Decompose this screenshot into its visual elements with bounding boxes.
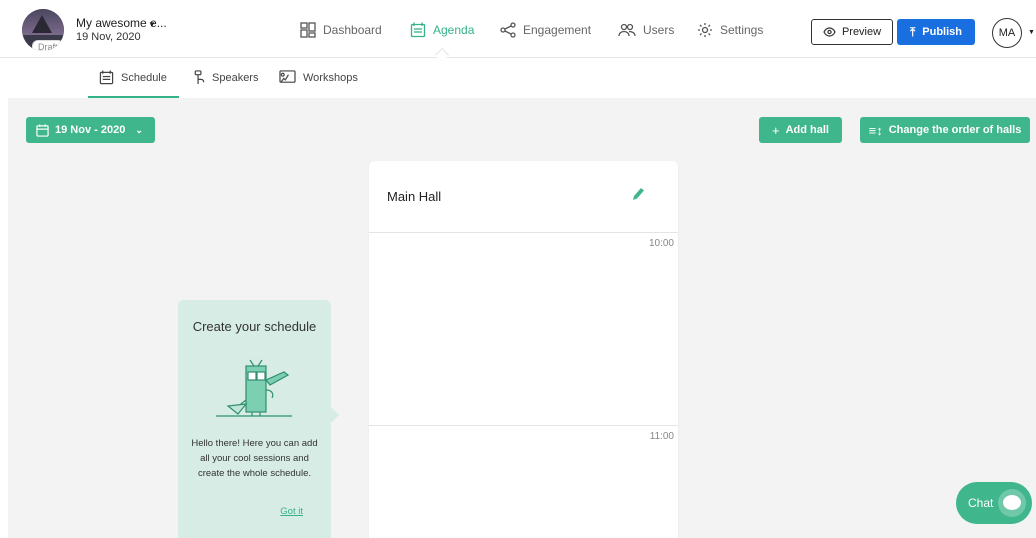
hall-title: Main Hall bbox=[387, 189, 442, 204]
nav-settings-label: Settings bbox=[720, 23, 764, 37]
event-switcher[interactable]: Draft My awesome e... 19 Nov, 2020 bbox=[22, 9, 167, 51]
plus-icon: + bbox=[772, 122, 780, 138]
sort-icon: ≡↕ bbox=[868, 122, 883, 138]
publish-button[interactable]: ⤒ Publish bbox=[897, 19, 975, 45]
nav-agenda-label: Agenda bbox=[433, 23, 475, 37]
left-edge bbox=[0, 98, 8, 538]
schedule-icon bbox=[99, 70, 114, 85]
presentation-icon bbox=[279, 70, 296, 83]
chat-bubble-icon bbox=[1003, 495, 1021, 510]
tab-workshops[interactable]: Workshops bbox=[279, 70, 358, 85]
publish-label: Publish bbox=[922, 26, 963, 38]
nav-settings[interactable]: Settings bbox=[697, 22, 763, 38]
chat-button[interactable]: Chat bbox=[956, 482, 1032, 524]
time-slot-label: 11:00 bbox=[649, 431, 674, 442]
avatar-caret-icon[interactable]: ▼ bbox=[1028, 29, 1035, 36]
nav-engagement-label: Engagement bbox=[523, 23, 592, 37]
event-thumbnail: Draft bbox=[22, 9, 64, 51]
hall-column: Main Hall 10:00 11:00 bbox=[369, 161, 678, 538]
share-icon bbox=[500, 22, 516, 38]
onboarding-card: Create your schedule Hello there! Here y… bbox=[178, 300, 331, 538]
got-it-link[interactable]: Got it bbox=[280, 506, 303, 517]
preview-button[interactable]: Preview bbox=[811, 19, 893, 45]
time-slot-label: 10:00 bbox=[648, 238, 674, 249]
nav-agenda[interactable]: Agenda bbox=[410, 22, 474, 38]
gear-icon bbox=[698, 23, 712, 37]
reorder-halls-button[interactable]: ≡↕ Change the order of halls bbox=[860, 117, 1030, 143]
nav-users-label: Users bbox=[643, 23, 675, 37]
date-selector[interactable]: 19 Nov - 2020 ⌄ bbox=[26, 117, 155, 143]
tab-workshops-label: Workshops bbox=[303, 71, 358, 84]
onboarding-text: Hello there! Here you can add all your c… bbox=[191, 438, 318, 479]
calendar-icon bbox=[36, 123, 49, 137]
event-caret-icon[interactable]: ▼ bbox=[148, 20, 156, 29]
nav-dashboard-label: Dashboard bbox=[323, 23, 382, 37]
eye-icon bbox=[823, 27, 836, 37]
hall-divider bbox=[369, 232, 678, 233]
tab-schedule-label: Schedule bbox=[121, 71, 167, 84]
nav-dashboard[interactable]: Dashboard bbox=[300, 22, 382, 38]
upload-icon: ⤒ bbox=[909, 24, 916, 39]
date-selector-label: 19 Nov - 2020 bbox=[55, 124, 126, 136]
chevron-down-icon: ⌄ bbox=[135, 124, 143, 135]
hall-divider bbox=[369, 425, 678, 426]
event-date: 19 Nov, 2020 bbox=[76, 31, 141, 43]
preview-label: Preview bbox=[841, 26, 882, 38]
chat-label: Chat bbox=[968, 496, 994, 510]
tab-speakers-label: Speakers bbox=[212, 71, 259, 84]
add-hall-button[interactable]: + Add hall bbox=[759, 117, 842, 143]
nav-engagement[interactable]: Engagement bbox=[500, 22, 591, 38]
nav-users[interactable]: Users bbox=[618, 22, 674, 38]
microphone-icon bbox=[194, 70, 205, 85]
avatar[interactable]: MA bbox=[992, 18, 1022, 48]
active-tab-underline bbox=[88, 96, 179, 98]
tab-schedule[interactable]: Schedule bbox=[99, 70, 167, 85]
users-icon bbox=[618, 23, 636, 37]
sub-nav: Schedule Speakers Workshops bbox=[0, 58, 1036, 98]
draft-badge: Draft bbox=[32, 40, 64, 51]
top-bar: Draft My awesome e... 19 Nov, 2020 ▼ Das… bbox=[0, 0, 1036, 58]
onboarding-title: Create your schedule bbox=[192, 319, 317, 334]
pencil-icon[interactable] bbox=[631, 186, 645, 207]
calendar-list-icon bbox=[410, 22, 426, 38]
mascot-illustration bbox=[214, 358, 294, 425]
add-hall-label: Add hall bbox=[785, 124, 829, 136]
tab-speakers[interactable]: Speakers bbox=[193, 70, 258, 85]
dashboard-icon bbox=[300, 22, 316, 38]
reorder-halls-label: Change the order of halls bbox=[888, 124, 1022, 136]
